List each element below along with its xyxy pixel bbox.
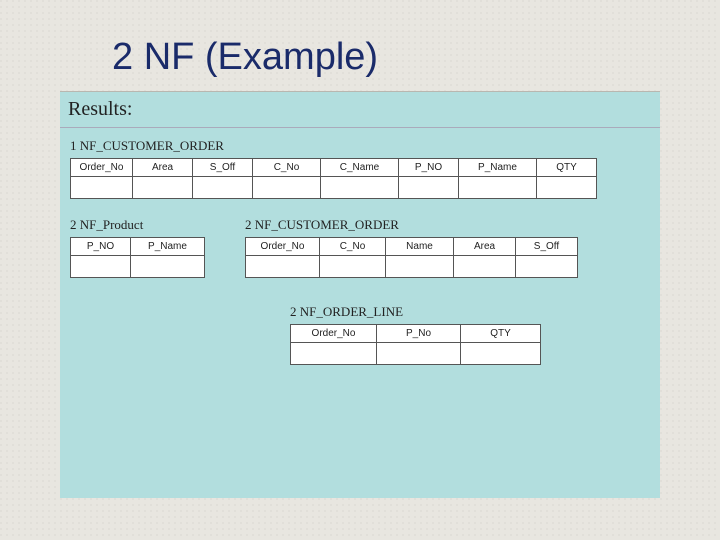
subtitle: Results:: [68, 98, 660, 121]
table-2nf-product: P_NO P_Name: [70, 237, 205, 278]
col-header: S_Off: [516, 238, 578, 256]
col-header: C_Name: [321, 159, 399, 177]
table-2nf-customer-order: Order_No C_No Name Area S_Off: [245, 237, 578, 278]
block-2nf-customer-order: 2 NF_CUSTOMER_ORDER Order_No C_No Name A…: [245, 217, 578, 278]
subtitle-band: Results:: [60, 92, 660, 128]
col-header: Order_No: [246, 238, 320, 256]
col-header: QTY: [537, 159, 597, 177]
table-name-1nf-customer-order: 1 NF_CUSTOMER_ORDER: [70, 138, 650, 154]
block-2nf-product: 2 NF_Product P_NO P_Name: [70, 217, 205, 278]
table-name-2nf-order-line: 2 NF_ORDER_LINE: [290, 304, 650, 320]
col-header: QTY: [461, 325, 541, 343]
slide: 2 NF (Example) Results: 1 NF_CUSTOMER_OR…: [0, 0, 720, 540]
col-header: P_Name: [131, 238, 205, 256]
content-area: 1 NF_CUSTOMER_ORDER Order_No Area S_Off …: [60, 128, 660, 498]
col-header: Area: [454, 238, 516, 256]
slide-title: 2 NF (Example): [112, 36, 720, 79]
col-header: Name: [386, 238, 454, 256]
table-2nf-order-line: Order_No P_No QTY: [290, 324, 541, 365]
title-wrap: 2 NF (Example): [0, 0, 720, 83]
col-header: Area: [133, 159, 193, 177]
col-header: P_NO: [71, 238, 131, 256]
col-header: C_No: [320, 238, 386, 256]
col-header: S_Off: [193, 159, 253, 177]
table-name-2nf-customer-order: 2 NF_CUSTOMER_ORDER: [245, 217, 578, 233]
col-header: P_NO: [399, 159, 459, 177]
col-header: C_No: [253, 159, 321, 177]
col-header: P_No: [377, 325, 461, 343]
col-header: P_Name: [459, 159, 537, 177]
block-2nf-order-line: 2 NF_ORDER_LINE Order_No P_No QTY: [290, 304, 650, 365]
table-1nf-customer-order: Order_No Area S_Off C_No C_Name P_NO P_N…: [70, 158, 597, 199]
col-header: Order_No: [71, 159, 133, 177]
table-name-2nf-product: 2 NF_Product: [70, 217, 205, 233]
col-header: Order_No: [291, 325, 377, 343]
